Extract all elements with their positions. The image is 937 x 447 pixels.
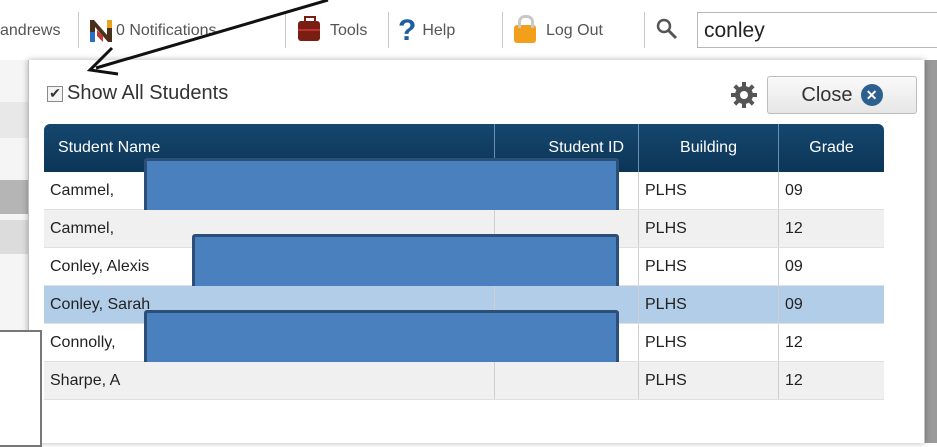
show-all-checkbox[interactable]: ✔ xyxy=(47,85,63,102)
student-search-dialog: ✔ Show All Students Close ✕ Student Name xyxy=(28,60,925,443)
column-header-building[interactable]: Building xyxy=(638,124,778,172)
search-icon xyxy=(654,16,680,42)
cell-building: PLHS xyxy=(638,172,778,209)
toolbar-divider xyxy=(502,12,503,48)
cell-student-id xyxy=(494,362,638,399)
cell-building: PLHS xyxy=(638,324,778,361)
close-button[interactable]: Close ✕ xyxy=(767,76,917,114)
logout-label: Log Out xyxy=(546,22,603,39)
background-page-right xyxy=(923,60,937,443)
cell-building: PLHS xyxy=(638,286,778,323)
column-header-grade[interactable]: Grade xyxy=(778,124,884,172)
top-toolbar: andrews 0 Notifications Tools ? Help Log… xyxy=(0,0,937,61)
students-table: Student Name Student ID Building Grade C… xyxy=(44,124,884,400)
cell-grade: 12 xyxy=(778,362,884,399)
cell-grade: 09 xyxy=(778,172,884,209)
show-all-label: Show All Students xyxy=(67,82,229,104)
cell-student-name: Sharpe, A xyxy=(50,372,121,389)
table-row[interactable]: Sharpe, A PLHS 12 xyxy=(44,362,884,400)
lock-icon xyxy=(514,15,536,43)
close-label: Close xyxy=(801,83,853,106)
toolbar-divider xyxy=(388,12,389,48)
notifications-icon xyxy=(88,18,114,44)
cell-building: PLHS xyxy=(638,362,778,399)
tools-button[interactable]: Tools xyxy=(298,16,368,44)
table-body: Cammel, PLHS 09 Cammel, PLHS 12 Conley, Alexis… xyxy=(44,158,884,400)
help-button[interactable]: ? Help xyxy=(398,14,456,47)
toolbar-divider xyxy=(285,12,286,48)
help-icon: ? xyxy=(398,14,417,47)
background-panel xyxy=(0,330,42,447)
cell-grade: 12 xyxy=(778,324,884,361)
notifications-label: 0 Notifications xyxy=(116,22,217,39)
toolbar-divider xyxy=(78,12,79,48)
cell-grade: 09 xyxy=(778,248,884,285)
briefcase-icon xyxy=(298,16,320,41)
gear-icon[interactable] xyxy=(731,82,757,108)
help-label: Help xyxy=(422,22,456,39)
toolbar-divider xyxy=(644,12,645,48)
notifications-button[interactable]: 0 Notifications xyxy=(88,18,217,44)
cell-grade: 09 xyxy=(778,286,884,323)
cell-building: PLHS xyxy=(638,210,778,247)
table-row[interactable]: Conley, Alexis PLHS 09 xyxy=(44,234,884,298)
search-button[interactable] xyxy=(654,16,680,42)
show-all-students-toggle[interactable]: ✔ Show All Students xyxy=(47,82,228,105)
tools-label: Tools xyxy=(330,22,368,39)
logout-button[interactable]: Log Out xyxy=(514,15,603,44)
table-row[interactable]: Connolly, PLHS 12 xyxy=(44,310,884,374)
user-name: andrews xyxy=(0,22,61,39)
cell-grade: 12 xyxy=(778,210,884,247)
table-row[interactable]: Cammel, PLHS 09 xyxy=(44,158,884,222)
close-icon: ✕ xyxy=(860,84,883,106)
cell-building: PLHS xyxy=(638,248,778,285)
search-input[interactable]: conley xyxy=(697,12,937,48)
